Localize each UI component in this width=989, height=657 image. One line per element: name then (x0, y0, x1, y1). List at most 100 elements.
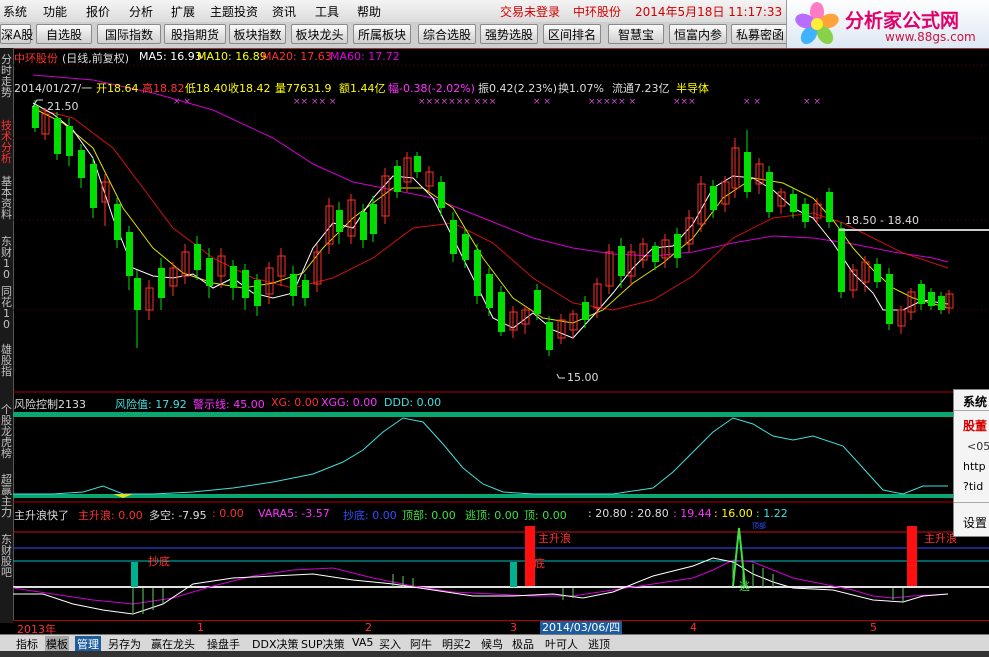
btab-mingmai2[interactable]: 明买2 (442, 636, 471, 652)
signal-markers: × × ×× ×× × ××××××× ××× × × ××××× × ××× × × ×… (173, 97, 821, 107)
wave-v5: : 1.22 (756, 507, 788, 520)
svg-text:××××××× ×××: ××××××× ××× (418, 97, 496, 107)
btn-belong-sector[interactable]: 所属板块 (353, 24, 411, 44)
wave-dingbu: 顶部: 0.00 (402, 509, 456, 522)
ltab-guba[interactable]: 东财股吧 (0, 534, 13, 578)
menu-function[interactable]: 功能 (43, 3, 67, 20)
popup-settings-link[interactable]: 设置 (963, 514, 987, 531)
btn-comprehensive-pick[interactable]: 综合选股 (418, 24, 476, 44)
btn-intl-index[interactable]: 国际指数 (97, 24, 161, 44)
ltab-eastmoney10[interactable]: 东财10 (0, 236, 13, 280)
svg-text:××××× ×: ××××× × (588, 97, 636, 107)
label-high-price: 21.50 (47, 100, 79, 113)
ma20-value: MA20: 17.63 (262, 50, 332, 63)
btn-wisdom[interactable]: 智慧宝 (608, 24, 664, 44)
label-low-price: 15.00 (567, 371, 599, 384)
ma10-value: MA10: 16.89 (197, 50, 267, 63)
ma60-value: MA60: 17.72 (330, 50, 400, 63)
label-chaodi: 抄底 (148, 555, 170, 568)
ltab-super-main[interactable]: 超赢主力 (0, 474, 13, 518)
stock-chart-area[interactable]: × × ×× ×× × ××××××× ××× × × ××××× × ××× × × ×… (13, 48, 989, 620)
info-volume: 量77631.9 (275, 82, 332, 95)
system-popup[interactable]: 系统 股董 <05- http ?tid 设置 (953, 389, 989, 537)
axis-month-5: 5 (870, 621, 877, 634)
btab-save-as[interactable]: 另存为 (108, 636, 141, 652)
wave-ding: 顶: 0.00 (524, 509, 567, 522)
btab-trader[interactable]: 操盘手 (207, 636, 240, 652)
menu-extend[interactable]: 扩展 (171, 3, 195, 20)
ltab-index[interactable]: 雄股指 (0, 344, 13, 377)
menu-theme-invest[interactable]: 主题投资 (210, 3, 258, 20)
svg-text:×××: ××× (673, 97, 696, 107)
btab-yekeren[interactable]: 叶可人 (545, 636, 578, 652)
btn-strong-pick[interactable]: 强势选股 (480, 24, 538, 44)
info-low: 低18.40 (185, 82, 228, 95)
wave-v2: : 20.80 (630, 507, 669, 520)
btab-win-leader[interactable]: 赢在龙头 (151, 636, 195, 652)
btn-sector-index[interactable]: 板块指数 (229, 24, 286, 44)
btn-sz-a-share[interactable]: 深A股 (0, 24, 33, 44)
menu-help[interactable]: 帮助 (357, 3, 381, 20)
wave-taoding: 逃顶: 0.00 (465, 509, 519, 522)
btn-hengfu-insider[interactable]: 恒富内参 (669, 24, 727, 44)
btn-private-letter[interactable]: 私募密函 (731, 24, 789, 44)
btn-watchlist[interactable]: 自选股 (36, 24, 92, 44)
ltab-technical[interactable]: 技术分析 (0, 120, 13, 164)
wave-vara5: VARA5: -3.57 (258, 507, 330, 520)
risk-xg: XG: 0.00 (271, 396, 319, 409)
label-di: 底 (534, 557, 545, 570)
login-status[interactable]: 交易未登录 (500, 3, 560, 20)
info-turnover: 换1.07% (558, 82, 604, 95)
menu-tools[interactable]: 工具 (315, 3, 339, 20)
btab-taoding[interactable]: 逃顶 (588, 636, 610, 652)
menu-analysis[interactable]: 分析 (129, 3, 153, 20)
btab-manage[interactable]: 管理 (75, 636, 101, 652)
wave-zsl: 主升浪: 0.00 (78, 509, 143, 522)
menu-system[interactable]: 系统 (3, 3, 27, 20)
risk-warning-line: 警示线: 45.00 (193, 398, 265, 411)
svg-text:× ×: × × (533, 97, 551, 107)
wave-v3: : 19.44 (673, 507, 712, 520)
info-open: 开18.64 (96, 82, 139, 95)
wave-chaodi: 抄底: 0.00 (343, 509, 397, 522)
popup-line1: <05- (967, 440, 989, 453)
btab-aniu[interactable]: 阿牛 (410, 636, 432, 652)
wave-duokong: 多空: -7.95 (149, 509, 207, 522)
menu-news[interactable]: 资讯 (272, 3, 296, 20)
chart-stock-name: 中环股份 (14, 52, 58, 65)
info-close: 收18.42 (228, 82, 271, 95)
btab-buy[interactable]: 买入 (379, 636, 401, 652)
popup-line2: http (963, 460, 986, 473)
btn-sector-leader[interactable]: 板块龙头 (291, 24, 348, 44)
current-stock-name: 中环股份 (573, 5, 622, 19)
popup-line3: ?tid (963, 480, 984, 493)
btn-index-futures[interactable]: 股指期货 (164, 24, 226, 44)
label-tao: 逃 (739, 580, 750, 593)
wave-v0: : 0.00 (212, 507, 244, 520)
risk-ddd: DDD: 0.00 (384, 396, 442, 409)
datetime-display: 2014年5月18日 11:17:33 星期 (635, 5, 810, 19)
left-side-tabs: 分时走势 技术分析 基本资料 东财10 同花10 雄股指 个股龙虎榜 超赢主力 … (0, 48, 14, 623)
risk-value: 风险值: 17.92 (115, 398, 187, 411)
btab-houniao[interactable]: 候鸟 (481, 636, 503, 652)
btab-sup[interactable]: SUP决策 (301, 636, 345, 652)
time-axis: 2013年 1 2 3 4 5 2014/03/06/四 (13, 620, 989, 636)
info-amplitude: 振0.42(2.23%) (478, 82, 558, 95)
popup-title: 系统 (963, 395, 988, 409)
label-dingbu: 顶部 (752, 522, 766, 530)
svg-text:× ×: × × (803, 97, 821, 107)
btn-range-rank[interactable]: 区间排名 (543, 24, 601, 44)
btab-ddx[interactable]: DDX决策 (252, 636, 298, 652)
indicator-tab-bar: 指标 模板 管理 另存为 赢在龙头 操盘手 DDX决策 SUP决策 VA5 买入… (0, 634, 989, 652)
btab-va5[interactable]: VA5 (352, 636, 373, 649)
info-date: 2014/01/27/一 (14, 82, 93, 95)
info-float: 流通7.23亿 (612, 82, 670, 95)
btab-jipin[interactable]: 极品 (512, 636, 534, 652)
ltab-intraday[interactable]: 分时走势 (0, 54, 13, 98)
menu-quote[interactable]: 报价 (86, 3, 110, 20)
ltab-fundamentals[interactable]: 基本资料 (0, 176, 13, 220)
ltab-ths10[interactable]: 同花10 (0, 286, 13, 330)
btab-template[interactable]: 模板 (45, 636, 69, 652)
ltab-dragon-tiger[interactable]: 个股龙虎榜 (0, 404, 13, 459)
btab-indicator[interactable]: 指标 (16, 636, 38, 652)
